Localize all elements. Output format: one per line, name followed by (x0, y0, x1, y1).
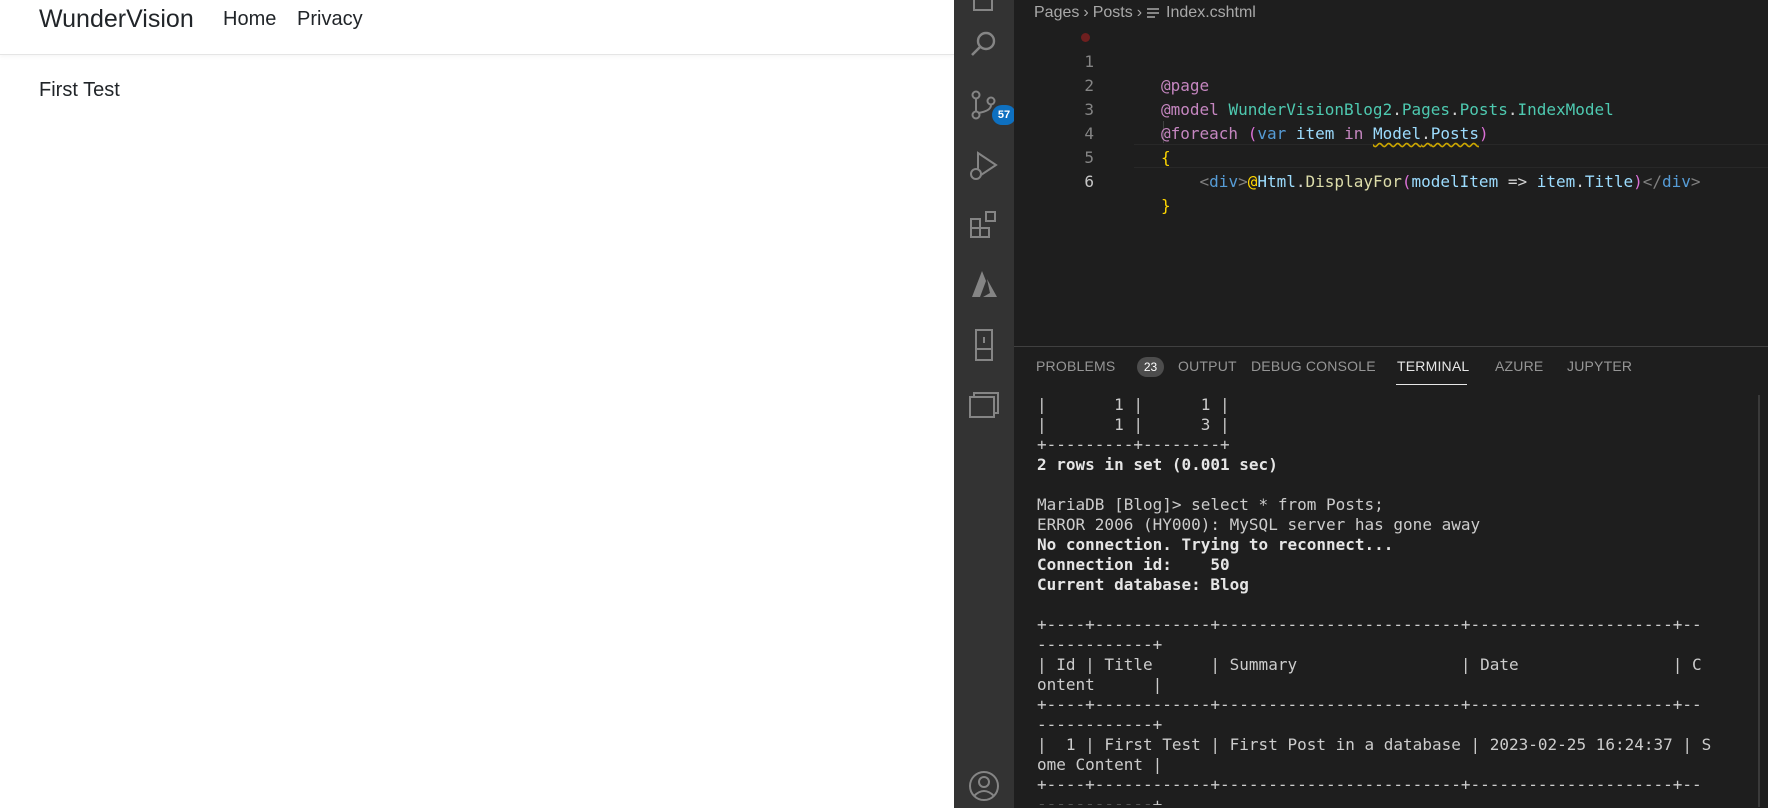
azure-icon[interactable] (966, 267, 1002, 303)
terminal-line: ome Content | (1037, 755, 1163, 774)
terminal-line: ontent | (1037, 675, 1163, 694)
terminal-line: ------------+ (1037, 795, 1163, 805)
code-line: 6 } (1014, 146, 1768, 215)
brand-link[interactable]: WunderVision (39, 5, 194, 34)
terminal-line: +----+------------+---------------------… (1037, 775, 1702, 794)
nav-link-home[interactable]: Home (223, 8, 276, 31)
terminal-line: ERROR 2006 (HY000): MySQL server has gon… (1037, 515, 1481, 534)
code-line: 4 { (1014, 98, 1768, 167)
terminal-scrollbar[interactable] (1758, 395, 1760, 807)
problems-count-badge: 23 (1137, 357, 1164, 377)
code-line: 3 @foreach (var item in Model.Posts) (1014, 74, 1768, 143)
terminal-line: ------------+ (1037, 715, 1163, 734)
terminal-line: 2 rows in set (0.001 sec) (1037, 455, 1278, 474)
code-line: 2 @model WunderVisionBlog2.Pages.Posts.I… (1014, 50, 1768, 119)
source-control-icon[interactable]: 57 (966, 87, 1016, 125)
chevron-right-icon: › (1136, 4, 1143, 21)
search-icon[interactable] (966, 27, 1002, 63)
vscode-window: 57 Pages›Posts›Index.cshtml 1 @page (954, 0, 1768, 808)
editor-groups-icon[interactable] (966, 387, 1002, 423)
terminal-line: +----+------------+---------------------… (1037, 695, 1702, 714)
line-number: 6 (1084, 172, 1094, 191)
terminal-line: +---------+--------+ (1037, 435, 1230, 454)
post-item-title: First Test (39, 79, 120, 101)
terminal-line: No connection. Trying to reconnect... (1037, 535, 1394, 554)
code-line: 5 <div>@Html.DisplayFor(modelItem => ite… (1014, 122, 1768, 191)
terminal-line: Connection id: 50 (1037, 555, 1230, 574)
active-tab-indicator (1396, 384, 1467, 385)
terminal-line: ------------+ (1037, 635, 1163, 654)
activity-bar: 57 (954, 0, 1016, 808)
terminal-line: Current database: Blog (1037, 575, 1249, 594)
terminal-line: | Id | Title | Summary | Date | C (1037, 655, 1702, 674)
breadcrumb-item-pages[interactable]: Pages (1034, 4, 1079, 21)
tab-debug-console[interactable]: DEBUG CONSOLE (1251, 358, 1376, 374)
account-icon[interactable] (966, 768, 1002, 804)
tab-jupyter[interactable]: JUPYTER (1567, 358, 1632, 374)
run-debug-icon[interactable] (966, 148, 1002, 184)
explorer-icon[interactable] (966, 0, 1002, 18)
terminal-line: +----+------------+---------------------… (1037, 615, 1702, 634)
nav-link-privacy[interactable]: Privacy (297, 8, 363, 31)
panel-tab-bar: PROBLEMS 23 OUTPUT DEBUG CONSOLE TERMINA… (1014, 347, 1768, 387)
terminal-line: MariaDB [Blog]> select * from Posts; (1037, 495, 1384, 514)
breadcrumb-item-file[interactable]: Index.cshtml (1166, 4, 1256, 21)
file-lines-icon (1147, 8, 1160, 18)
browser-viewport: WunderVision Home Privacy First Test (0, 0, 954, 808)
source-control-badge: 57 (992, 105, 1016, 125)
terminal-line: | 1 | 1 | (1037, 395, 1230, 414)
terminal-output[interactable]: | 1 | 1 | | 1 | 3 | +---------+--------+ 2 … (1037, 395, 1747, 805)
code-line: 1 @page (1014, 26, 1768, 95)
breadcrumb-item-posts[interactable]: Posts (1093, 4, 1133, 21)
tab-terminal[interactable]: TERMINAL (1397, 358, 1469, 374)
bottom-panel: PROBLEMS 23 OUTPUT DEBUG CONSOLE TERMINA… (1014, 346, 1768, 808)
chevron-right-icon: › (1083, 4, 1089, 21)
extensions-icon[interactable] (966, 207, 1002, 243)
tab-output[interactable]: OUTPUT (1178, 358, 1237, 374)
code-editor[interactable]: Pages › Posts › Index.cshtml 1 @page 2 @mode… (1014, 0, 1768, 346)
tab-azure[interactable]: AZURE (1495, 358, 1543, 374)
terminal-line: | 1 | First Test | First Post in a datab… (1037, 735, 1712, 754)
remote-explorer-icon[interactable] (966, 327, 1002, 363)
terminal-line: | 1 | 3 | (1037, 415, 1230, 434)
tab-problems[interactable]: PROBLEMS (1036, 358, 1115, 374)
site-navbar: WunderVision Home Privacy (0, 0, 954, 55)
breadcrumb: Pages › Posts › Index.cshtml (1034, 4, 1256, 24)
